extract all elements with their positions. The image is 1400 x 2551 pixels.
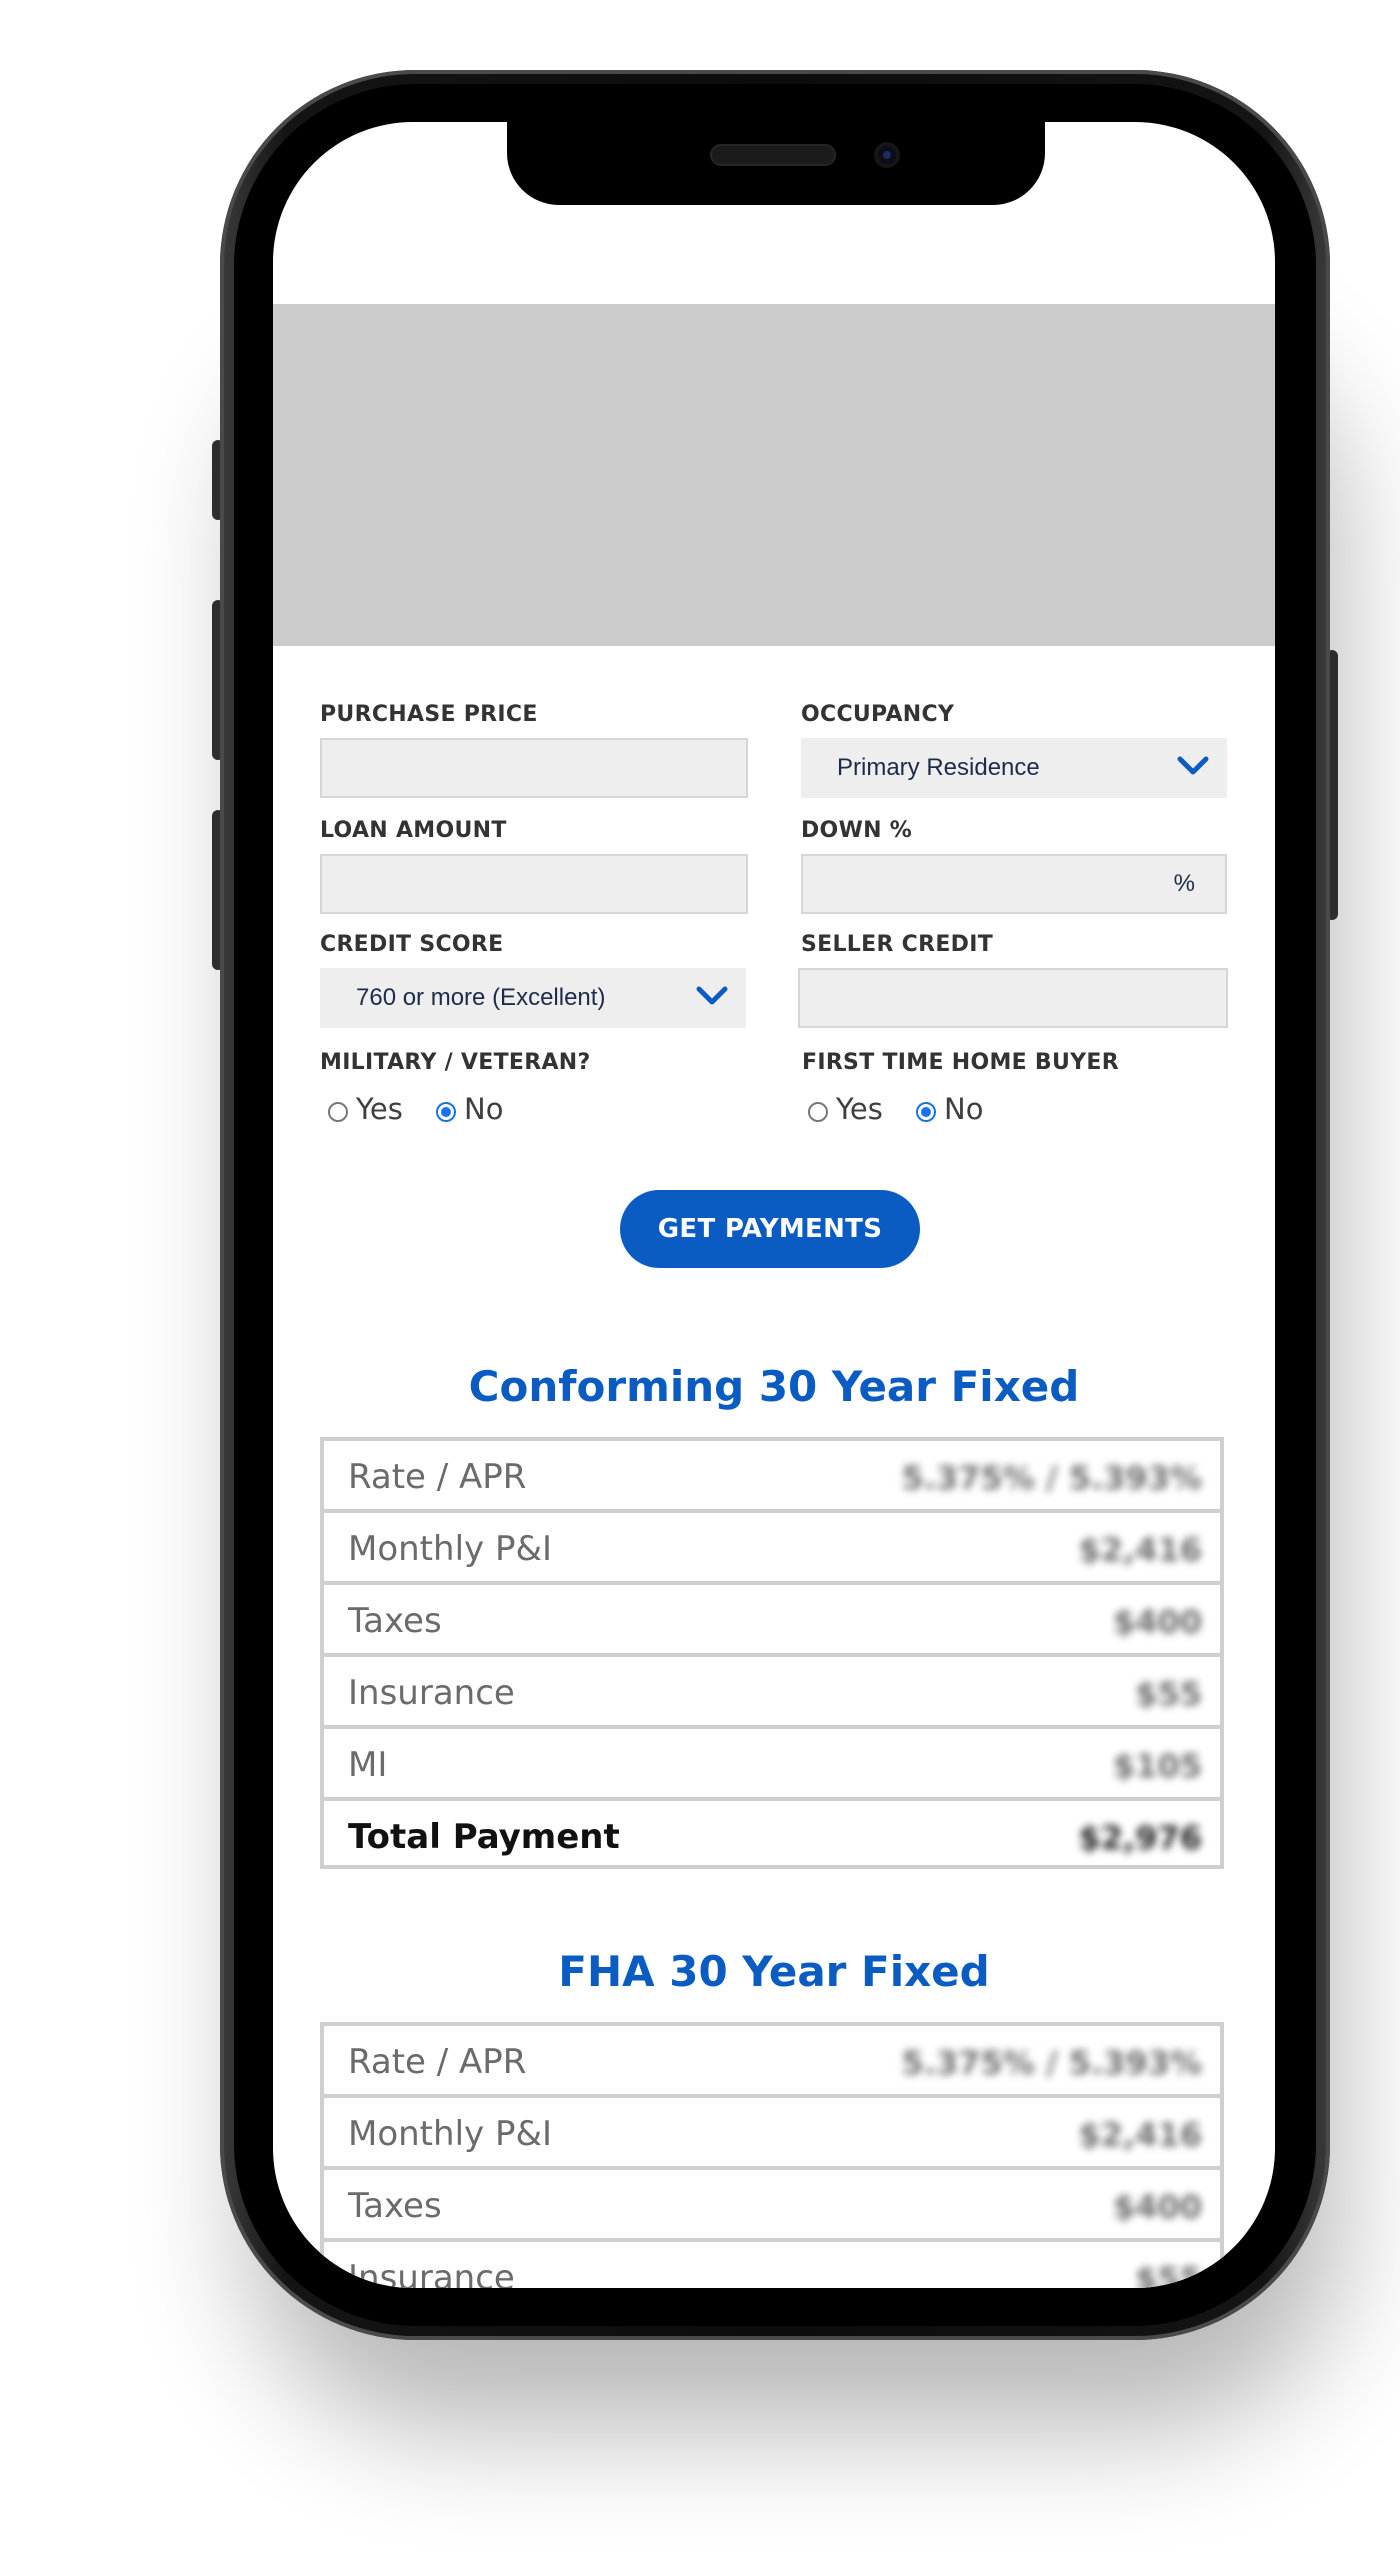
loan-amount-input[interactable] [320,854,748,914]
credit-score-label: CREDIT SCORE [320,932,504,957]
image-placeholder-banner [273,304,1275,646]
row-value: $2,416 [1078,1531,1202,1569]
row-label: Rate / APR [348,2042,527,2082]
credit-score-value: 760 or more (Excellent) [356,984,606,1011]
first-time-yes-label: Yes [836,1092,883,1126]
row-value: $55 [1135,1675,1202,1713]
military-no-label: No [464,1092,504,1126]
row-value: $2,416 [1078,2116,1202,2154]
military-yes-radio[interactable] [328,1102,348,1122]
row-label: Total Payment [348,1817,620,1857]
first-time-no-radio[interactable] [916,1102,936,1122]
row-label: Insurance [348,2258,515,2288]
occupancy-select[interactable]: Primary Residence [801,738,1227,798]
table-row: Rate / APR 5.375% / 5.393% [324,2026,1220,2098]
down-percent-label: DOWN % [801,818,913,843]
fha-payment-table: Rate / APR 5.375% / 5.393% Monthly P&I $… [320,2022,1224,2288]
table-row: Taxes $400 [324,1585,1220,1657]
row-label: MI [348,1745,388,1785]
military-no-radio[interactable] [436,1102,456,1122]
first-time-buyer-label: FIRST TIME HOME BUYER [802,1050,1119,1075]
occupancy-label: OCCUPANCY [801,702,955,727]
table-row: Insurance $55 [324,2242,1220,2288]
seller-credit-label: SELLER CREDIT [801,932,994,957]
get-payments-button[interactable]: GET PAYMENTS [620,1190,920,1268]
chevron-down-icon [1177,756,1209,775]
row-value: $55 [1135,2260,1202,2288]
military-yes-label: Yes [356,1092,403,1126]
seller-credit-input[interactable] [798,968,1228,1028]
military-veteran-label: MILITARY / VETERAN? [320,1050,591,1075]
military-radio-group: Yes No [328,1092,628,1128]
fha-section-title: FHA 30 Year Fixed [558,1947,990,1996]
front-camera [874,142,900,168]
row-label: Rate / APR [348,1457,527,1497]
first-time-yes-radio[interactable] [808,1102,828,1122]
total-payment-row: Total Payment $2,976 [324,1801,1220,1873]
occupancy-value: Primary Residence [837,754,1040,781]
row-value: $400 [1112,2188,1202,2226]
row-value: 5.375% / 5.393% [901,1459,1202,1497]
row-label: Taxes [348,1601,442,1641]
credit-score-select[interactable]: 760 or more (Excellent) [320,968,746,1028]
table-row: Taxes $400 [324,2170,1220,2242]
purchase-price-label: PURCHASE PRICE [320,702,538,727]
row-label: Taxes [348,2186,442,2226]
row-value: $2,976 [1078,1819,1202,1857]
loan-amount-label: LOAN AMOUNT [320,818,507,843]
row-label: Monthly P&I [348,2114,552,2154]
table-row: MI $105 [324,1729,1220,1801]
table-row: Monthly P&I $2,416 [324,1513,1220,1585]
row-value: 5.375% / 5.393% [901,2044,1202,2082]
table-row: Rate / APR 5.375% / 5.393% [324,1441,1220,1513]
row-label: Monthly P&I [348,1529,552,1569]
row-label: Insurance [348,1673,515,1713]
chevron-down-icon [696,986,728,1005]
first-time-radio-group: Yes No [808,1092,1108,1128]
purchase-price-input[interactable] [320,738,748,798]
conforming-section-title: Conforming 30 Year Fixed [468,1362,1080,1411]
percent-suffix: % [1173,870,1195,897]
first-time-no-label: No [944,1092,984,1126]
down-percent-input[interactable]: % [801,854,1227,914]
phone-screen: PURCHASE PRICE OCCUPANCY Primary Residen… [273,122,1275,2288]
row-value: $400 [1112,1603,1202,1641]
conforming-payment-table: Rate / APR 5.375% / 5.393% Monthly P&I $… [320,1437,1224,1869]
table-row: Monthly P&I $2,416 [324,2098,1220,2170]
table-row: Insurance $55 [324,1657,1220,1729]
row-value: $105 [1112,1747,1202,1785]
speaker-grille [710,144,836,166]
